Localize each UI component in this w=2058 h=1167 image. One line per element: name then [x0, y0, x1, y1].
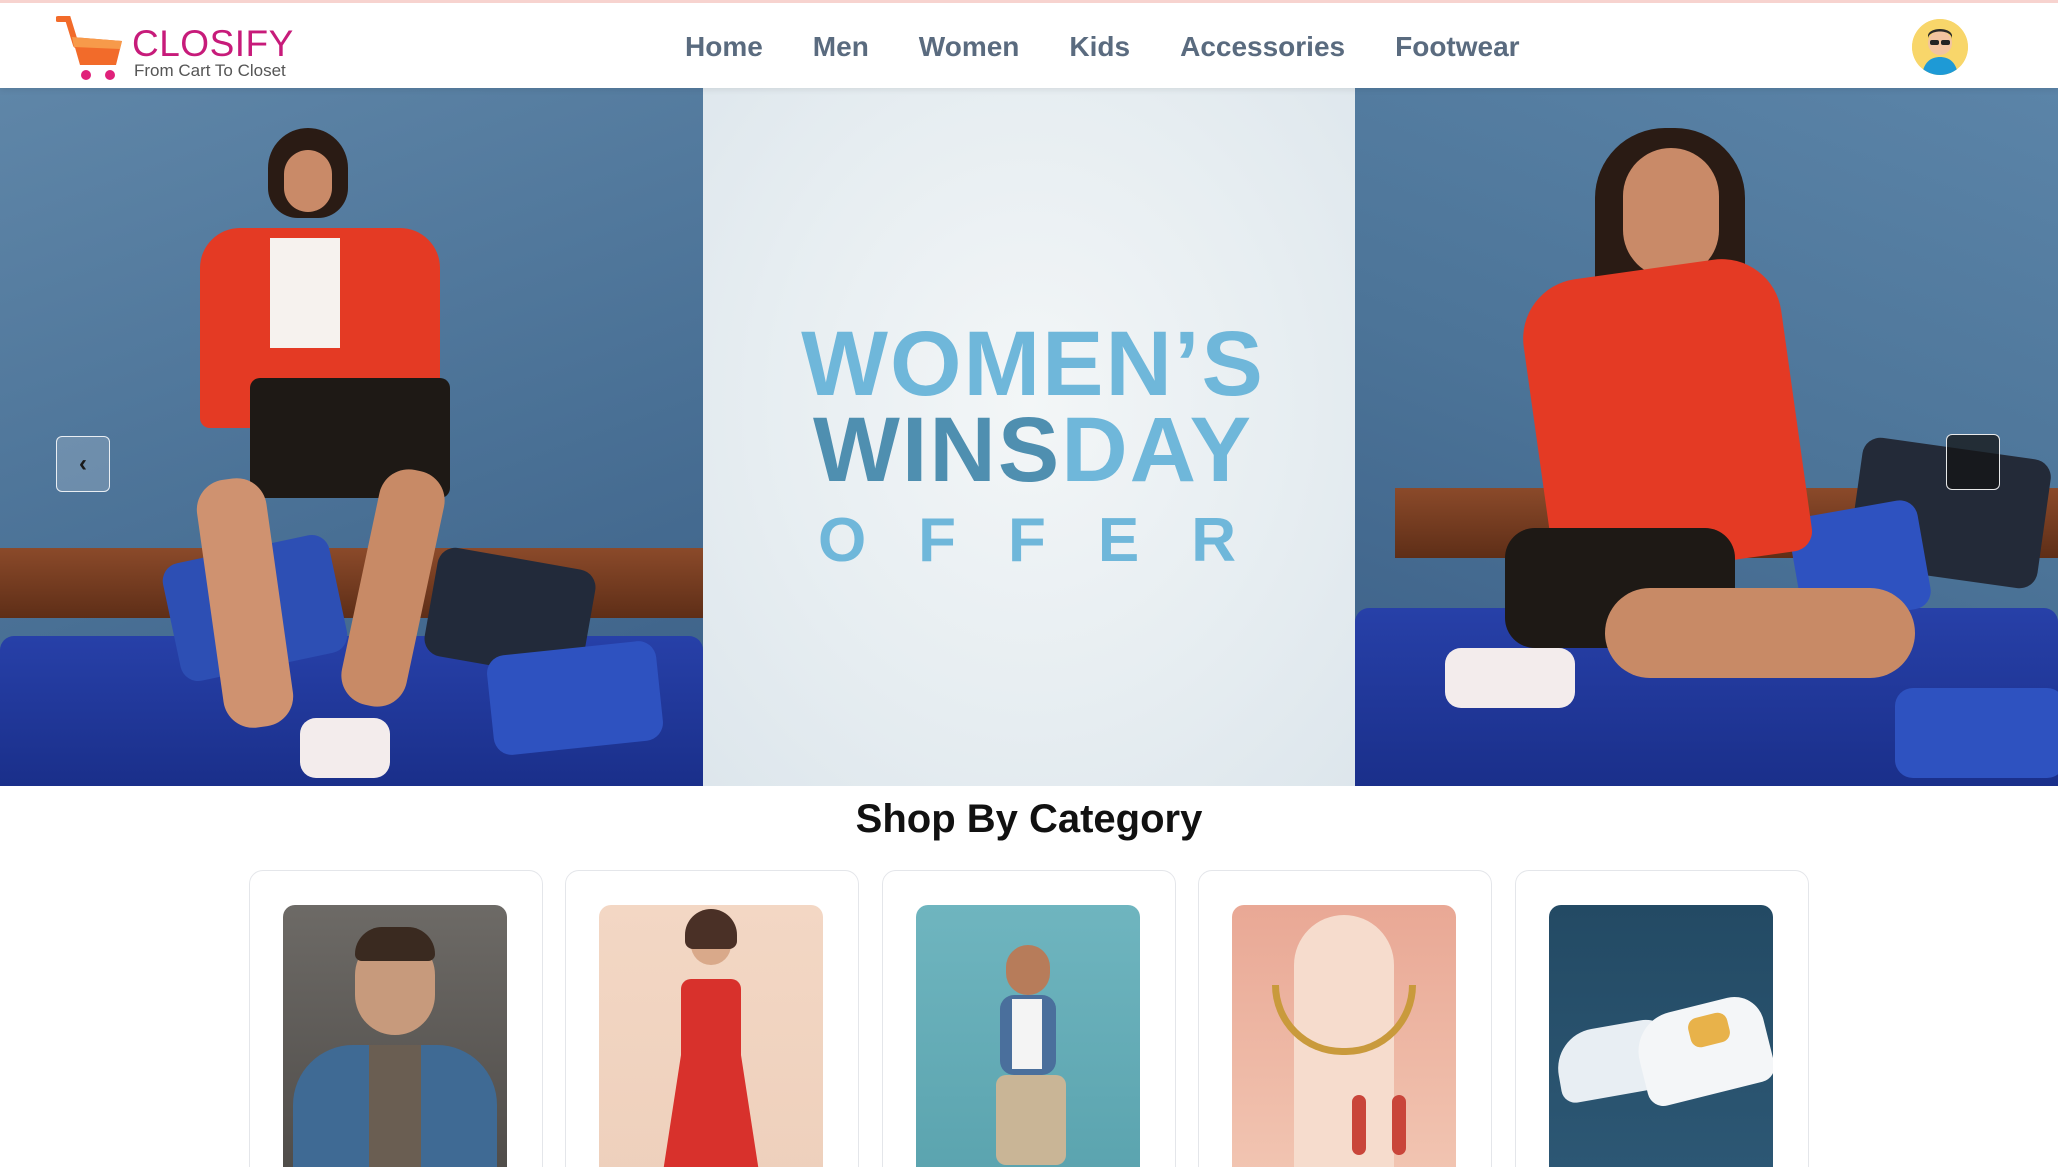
main-nav: Home Men Women Kids Accessories Footwear: [660, 25, 1545, 69]
model-pants: [996, 1075, 1066, 1165]
avatar-illustration: [1912, 19, 1968, 75]
figure-leg: [1605, 588, 1915, 678]
hero-carousel: WOMEN’S WINSDAY OFFER ‹: [0, 88, 2058, 786]
earring-decor: [1352, 1095, 1366, 1155]
category-image-footwear: [1549, 905, 1773, 1167]
figure-face: [284, 150, 332, 212]
offer-banner: WOMEN’S WINSDAY OFFER: [763, 318, 1303, 572]
pillow-decor: [485, 639, 665, 757]
offer-line-wins: WINS: [813, 399, 1062, 501]
brand-logo[interactable]: CLOSIFY From Cart To Closet: [56, 11, 316, 83]
category-card-kids[interactable]: [882, 870, 1176, 1167]
sneaker-decor: [1630, 990, 1773, 1110]
category-image-accessories: [1232, 905, 1456, 1167]
carousel-next-button[interactable]: [1946, 434, 2000, 490]
figure-shoe: [1445, 648, 1575, 708]
figure-face: [1623, 148, 1719, 278]
carousel-prev-button[interactable]: ‹: [56, 436, 110, 492]
category-card-men[interactable]: [249, 870, 543, 1167]
model-hair: [685, 909, 737, 949]
offer-line-winsday: WINSDAY: [763, 404, 1303, 496]
offer-line-day: DAY: [1061, 399, 1253, 501]
figure-top: [270, 238, 340, 348]
category-image-women: [599, 905, 823, 1167]
model-hair: [355, 927, 435, 961]
navbar: CLOSIFY From Cart To Closet Home Men Wom…: [0, 0, 2058, 88]
hero-slide-offer: WOMEN’S WINSDAY OFFER: [703, 88, 1355, 786]
model-tee: [1012, 999, 1042, 1069]
pillow-decor: [1895, 688, 2058, 778]
category-card-footwear[interactable]: [1515, 870, 1809, 1167]
nav-link-footwear[interactable]: Footwear: [1370, 25, 1544, 69]
model-dress-skirt: [661, 1055, 761, 1167]
nav-link-women[interactable]: Women: [894, 25, 1045, 69]
category-card-women[interactable]: [565, 870, 859, 1167]
figure-shoe: [300, 718, 390, 778]
model-face: [1006, 945, 1050, 995]
nav-link-home[interactable]: Home: [660, 25, 788, 69]
chevron-left-icon: ‹: [79, 450, 87, 477]
user-avatar-icon[interactable]: [1912, 19, 1968, 75]
shopping-cart-icon: [56, 16, 122, 80]
brand-name: CLOSIFY: [132, 23, 294, 64]
nav-link-accessories[interactable]: Accessories: [1155, 25, 1370, 69]
section-title-shop-by-category: Shop By Category: [855, 797, 1203, 841]
category-card-accessories[interactable]: [1198, 870, 1492, 1167]
model-dress-top: [681, 979, 741, 1059]
nav-link-kids[interactable]: Kids: [1044, 25, 1155, 69]
brand-tagline: From Cart To Closet: [134, 61, 286, 80]
nav-link-men[interactable]: Men: [788, 25, 894, 69]
offer-line-offer: OFFER: [817, 506, 1289, 575]
model-shirt: [369, 1045, 421, 1167]
category-image-men: [283, 905, 507, 1167]
earring-decor: [1392, 1095, 1406, 1155]
category-image-kids: [916, 905, 1140, 1167]
bed-frame-decor: [0, 548, 703, 618]
offer-line-womens: WOMEN’S: [801, 313, 1265, 415]
